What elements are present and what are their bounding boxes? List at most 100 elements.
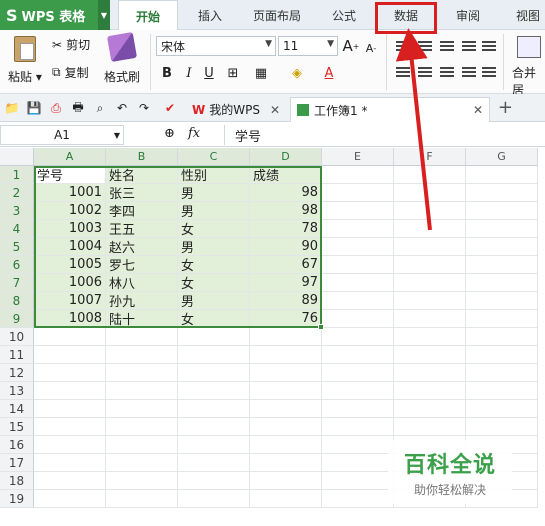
tab-home[interactable]: 开始 — [118, 0, 178, 31]
cell-d7[interactable]: 97 — [250, 274, 322, 292]
chevron-down-icon[interactable]: ▼ — [98, 0, 110, 30]
cell-f15[interactable] — [394, 418, 466, 436]
cell-c9[interactable]: 女 — [178, 310, 250, 328]
cell-c13[interactable] — [178, 382, 250, 400]
cell-c5[interactable]: 男 — [178, 238, 250, 256]
column-header-b[interactable]: B — [106, 148, 178, 166]
cell-f5[interactable] — [394, 238, 466, 256]
cell-e2[interactable] — [322, 184, 394, 202]
cell-b3[interactable]: 李四 — [106, 202, 178, 220]
cell-c4[interactable]: 女 — [178, 220, 250, 238]
cell-g1[interactable] — [466, 166, 538, 184]
cell-a1[interactable]: 学号 — [34, 166, 106, 184]
cell-f8[interactable] — [394, 292, 466, 310]
select-all-corner[interactable] — [0, 148, 34, 166]
cell-e13[interactable] — [322, 382, 394, 400]
cell-f1[interactable] — [394, 166, 466, 184]
cell-c7[interactable]: 女 — [178, 274, 250, 292]
cell-g15[interactable] — [466, 418, 538, 436]
cell-e16[interactable] — [322, 436, 394, 454]
cell-a9[interactable]: 1008 — [34, 310, 106, 328]
cell-g2[interactable] — [466, 184, 538, 202]
row-header-9[interactable]: 9 — [0, 310, 34, 328]
cell-c14[interactable] — [178, 400, 250, 418]
font-name-select[interactable]: 宋体 ▼ — [156, 36, 276, 56]
justify-icon[interactable] — [460, 64, 478, 82]
cell-a8[interactable]: 1007 — [34, 292, 106, 310]
new-tab-icon[interactable]: + — [498, 97, 513, 118]
cell-d4[interactable]: 78 — [250, 220, 322, 238]
cell-a15[interactable] — [34, 418, 106, 436]
cell-e10[interactable] — [322, 328, 394, 346]
cell-d6[interactable]: 67 — [250, 256, 322, 274]
cell-a6[interactable]: 1005 — [34, 256, 106, 274]
format-painter-button[interactable]: 格式刷 — [104, 31, 140, 85]
cell-a14[interactable] — [34, 400, 106, 418]
shrink-font-button[interactable]: A- — [362, 39, 380, 57]
cell-b2[interactable]: 张三 — [106, 184, 178, 202]
save-icon[interactable]: 💾 — [26, 100, 42, 116]
increase-indent-icon[interactable] — [480, 38, 498, 56]
close-icon[interactable]: ✕ — [473, 103, 483, 117]
cell-d1[interactable]: 成绩 — [250, 166, 322, 184]
distributed-icon[interactable] — [480, 64, 498, 82]
cell-e18[interactable] — [322, 472, 394, 490]
column-header-e[interactable]: E — [322, 148, 394, 166]
row-header-12[interactable]: 12 — [0, 364, 34, 382]
cell-d13[interactable] — [250, 382, 322, 400]
cell-f4[interactable] — [394, 220, 466, 238]
cell-d5[interactable]: 90 — [250, 238, 322, 256]
borders-icon[interactable]: ⊞ — [224, 64, 242, 82]
cell-style-icon[interactable]: ▦ — [252, 64, 270, 82]
cell-d2[interactable]: 98 — [250, 184, 322, 202]
cell-e12[interactable] — [322, 364, 394, 382]
cell-g6[interactable] — [466, 256, 538, 274]
cell-d11[interactable] — [250, 346, 322, 364]
cell-e19[interactable] — [322, 490, 394, 508]
row-header-13[interactable]: 13 — [0, 382, 34, 400]
cell-c15[interactable] — [178, 418, 250, 436]
cell-e5[interactable] — [322, 238, 394, 256]
grow-font-button[interactable]: A + — [342, 37, 360, 55]
cell-d17[interactable] — [250, 454, 322, 472]
zoom-search-icon[interactable]: ⊕ — [164, 126, 175, 141]
cell-c19[interactable] — [178, 490, 250, 508]
cell-f14[interactable] — [394, 400, 466, 418]
cell-b8[interactable]: 孙九 — [106, 292, 178, 310]
cell-a19[interactable] — [34, 490, 106, 508]
cell-g8[interactable] — [466, 292, 538, 310]
cell-f7[interactable] — [394, 274, 466, 292]
tab-insert[interactable]: 插入 — [184, 0, 236, 30]
cell-c17[interactable] — [178, 454, 250, 472]
cell-f3[interactable] — [394, 202, 466, 220]
tab-my-wps[interactable]: W 我的WPS ✕ — [186, 97, 286, 122]
cell-g14[interactable] — [466, 400, 538, 418]
cell-d10[interactable] — [250, 328, 322, 346]
close-icon[interactable]: ✕ — [270, 103, 280, 117]
cell-d8[interactable]: 89 — [250, 292, 322, 310]
cell-d18[interactable] — [250, 472, 322, 490]
cell-b9[interactable]: 陆十 — [106, 310, 178, 328]
cell-b15[interactable] — [106, 418, 178, 436]
cell-a3[interactable]: 1002 — [34, 202, 106, 220]
paste-button[interactable]: 粘贴 ▾ — [8, 36, 42, 85]
cell-g13[interactable] — [466, 382, 538, 400]
cell-d9[interactable]: 76 — [250, 310, 322, 328]
align-bottom-icon[interactable] — [438, 38, 456, 56]
cell-f9[interactable] — [394, 310, 466, 328]
tab-workbook1[interactable]: 工作簿1 * ✕ — [290, 97, 490, 122]
cell-b19[interactable] — [106, 490, 178, 508]
cell-a4[interactable]: 1003 — [34, 220, 106, 238]
tab-review[interactable]: 审阅 — [442, 0, 494, 30]
cell-a2[interactable]: 1001 — [34, 184, 106, 202]
align-center-icon[interactable] — [416, 64, 434, 82]
cell-a7[interactable]: 1006 — [34, 274, 106, 292]
row-header-10[interactable]: 10 — [0, 328, 34, 346]
cell-d14[interactable] — [250, 400, 322, 418]
cell-b11[interactable] — [106, 346, 178, 364]
cell-g4[interactable] — [466, 220, 538, 238]
cell-e4[interactable] — [322, 220, 394, 238]
fill-handle[interactable] — [318, 324, 324, 330]
cell-c3[interactable]: 男 — [178, 202, 250, 220]
cell-a12[interactable] — [34, 364, 106, 382]
